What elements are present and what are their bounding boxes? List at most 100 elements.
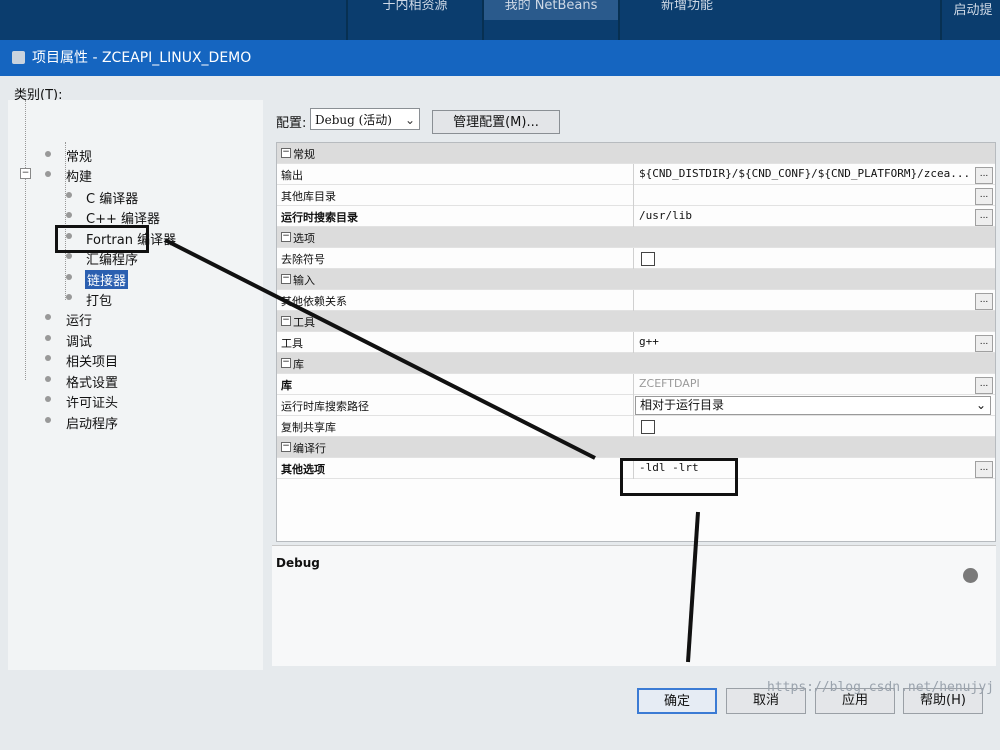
help-icon[interactable] xyxy=(963,568,978,583)
ellipsis-button[interactable]: ... xyxy=(975,209,993,226)
tab-separator xyxy=(940,0,942,40)
category-row-libraries[interactable]: − 库 xyxy=(277,353,995,374)
tree-item-debug[interactable]: 调试 xyxy=(66,331,92,350)
property-label: 工具 xyxy=(281,337,303,350)
category-row-options[interactable]: − 选项 xyxy=(277,227,995,248)
property-label: 运行时库搜索路径 xyxy=(281,400,369,413)
property-value[interactable]: ZCEFTDAPI xyxy=(639,377,700,390)
category-label: 工具 xyxy=(293,316,315,329)
property-row-libraries[interactable]: 库 ZCEFTDAPI ... xyxy=(277,374,995,395)
property-row-runtime-search-dirs[interactable]: 运行时搜索目录 /usr/lib ... xyxy=(277,206,995,227)
tab-my-netbeans[interactable]: 我的 NetBeans xyxy=(484,0,618,20)
tree-item-build[interactable]: 构建 xyxy=(66,166,92,185)
column-divider xyxy=(633,164,634,185)
netbeans-top-bar: 于内相资源 我的 NetBeans 新增功能 启动提 xyxy=(0,0,1000,40)
tab-startup[interactable]: 启动提 xyxy=(946,4,1000,24)
property-label: 复制共享库 xyxy=(281,421,336,434)
strip-symbols-checkbox[interactable] xyxy=(641,252,655,266)
tree-node-icon xyxy=(45,171,51,177)
configuration-select[interactable]: Debug (活动) ⌄ xyxy=(310,108,420,130)
tree-item-formatting[interactable]: 格式设置 xyxy=(66,372,118,391)
tab-separator xyxy=(346,0,348,40)
property-row-tool[interactable]: 工具 g++ ... xyxy=(277,332,995,353)
collapse-icon[interactable]: − xyxy=(20,168,31,179)
tree-node-icon xyxy=(45,396,51,402)
configuration-label: 配置: xyxy=(276,116,307,131)
ellipsis-button[interactable]: ... xyxy=(975,188,993,205)
tree-node-icon xyxy=(45,417,51,423)
property-value[interactable]: /usr/lib xyxy=(639,209,692,222)
category-row-input[interactable]: − 输入 xyxy=(277,269,995,290)
tree-node-icon xyxy=(66,274,72,280)
collapse-icon[interactable]: − xyxy=(281,148,291,158)
category-row-tools[interactable]: − 工具 xyxy=(277,311,995,332)
tree-item-license-headers[interactable]: 许可证头 xyxy=(66,392,118,411)
select-value: 相对于运行目录 xyxy=(640,398,725,412)
column-divider xyxy=(633,374,634,395)
dialog-titlebar: 项目属性 - ZCEAPI_LINUX_DEMO xyxy=(0,40,1000,76)
category-label: 输入 xyxy=(293,274,315,287)
tree-item-launchers[interactable]: 启动程序 xyxy=(66,413,118,432)
property-row-additional-dependencies[interactable]: 其他依赖关系 ... xyxy=(277,290,995,311)
tree-item-packaging[interactable]: 打包 xyxy=(86,290,112,309)
ellipsis-button[interactable]: ... xyxy=(975,293,993,310)
description-title: Debug xyxy=(276,556,320,570)
category-label: 常规 xyxy=(293,148,315,161)
ellipsis-button[interactable]: ... xyxy=(975,167,993,184)
tree-item-run[interactable]: 运行 xyxy=(66,310,92,329)
property-row-additional-library-dirs[interactable]: 其他库目录 ... xyxy=(277,185,995,206)
column-divider xyxy=(633,332,634,353)
category-row-command-line[interactable]: − 编译行 xyxy=(277,437,995,458)
collapse-icon[interactable]: − xyxy=(281,274,291,284)
column-divider xyxy=(633,206,634,227)
chevron-down-icon: ⌄ xyxy=(975,398,986,412)
ellipsis-button[interactable]: ... xyxy=(975,461,993,478)
tree-item-related-projects[interactable]: 相关项目 xyxy=(66,351,118,370)
collapse-icon[interactable]: − xyxy=(281,358,291,368)
property-row-copy-shared-libraries[interactable]: 复制共享库 xyxy=(277,416,995,437)
column-divider xyxy=(633,395,634,416)
collapse-icon[interactable]: − xyxy=(281,442,291,452)
category-tree[interactable]: − 常规 构建 C 编译器 C++ 编译器 Fortran 编译器 汇编程序 链… xyxy=(8,100,263,670)
tree-node-icon xyxy=(45,355,51,361)
tree-item-linker[interactable]: 链接器 xyxy=(85,270,129,289)
tree-item-general[interactable]: 常规 xyxy=(66,146,92,165)
ellipsis-button[interactable]: ... xyxy=(975,335,993,352)
ok-button[interactable]: 确定 xyxy=(637,688,717,714)
property-value[interactable]: ${CND_DISTDIR}/${CND_CONF}/${CND_PLATFOR… xyxy=(639,167,970,180)
tree-node-icon xyxy=(66,212,72,218)
runtime-search-path-select[interactable]: 相对于运行目录 ⌄ xyxy=(635,396,991,415)
app-icon xyxy=(12,51,25,64)
property-label: 其他库目录 xyxy=(281,190,336,203)
collapse-icon[interactable]: − xyxy=(281,316,291,326)
tree-node-icon xyxy=(66,253,72,259)
ellipsis-button[interactable]: ... xyxy=(975,377,993,394)
tab-learn[interactable]: 于内相资源 xyxy=(350,0,480,20)
tree-node-icon xyxy=(45,314,51,320)
column-divider xyxy=(633,185,634,206)
tab-separator xyxy=(618,0,620,40)
tree-node-icon xyxy=(45,335,51,341)
manage-configurations-button[interactable]: 管理配置(M)... xyxy=(432,110,560,134)
annotation-box-linker xyxy=(55,225,149,253)
property-value[interactable]: g++ xyxy=(639,335,659,348)
property-label: 库 xyxy=(281,379,292,392)
category-label: 编译行 xyxy=(293,442,326,455)
tree-node-icon xyxy=(45,376,51,382)
tree-connector xyxy=(25,100,26,380)
copy-shared-libraries-checkbox[interactable] xyxy=(641,420,655,434)
property-label: 去除符号 xyxy=(281,253,325,266)
property-row-strip-symbols[interactable]: 去除符号 xyxy=(277,248,995,269)
tab-whats-new[interactable]: 新增功能 xyxy=(622,0,752,20)
collapse-icon[interactable]: − xyxy=(281,232,291,242)
tree-item-c-compiler[interactable]: C 编译器 xyxy=(86,188,138,207)
property-label: 输出 xyxy=(281,169,303,182)
property-row-runtime-library-search-path[interactable]: 运行时库搜索路径 相对于运行目录 ⌄ xyxy=(277,395,995,416)
property-label: 其他依赖关系 xyxy=(281,295,347,308)
property-label: 其他选项 xyxy=(281,463,325,476)
project-properties-dialog: 项目属性 - ZCEAPI_LINUX_DEMO 类别(T): − 常规 构建 … xyxy=(0,40,1000,750)
tree-node-icon xyxy=(66,192,72,198)
category-row-general[interactable]: − 常规 xyxy=(277,143,995,164)
annotation-box-options xyxy=(620,458,738,496)
property-row-output[interactable]: 输出 ${CND_DISTDIR}/${CND_CONF}/${CND_PLAT… xyxy=(277,164,995,185)
